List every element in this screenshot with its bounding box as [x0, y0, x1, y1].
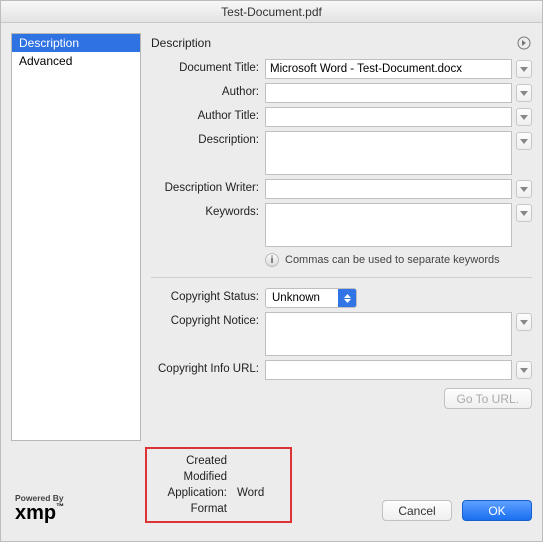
dialog-window: Test-Document.pdf Description Advanced D… — [0, 0, 543, 542]
format-label: Format — [157, 501, 227, 517]
description-writer-input[interactable] — [265, 179, 512, 199]
keywords-hint: Commas can be used to separate keywords — [285, 254, 500, 266]
xmp-branding: Powered By xmp™ — [11, 493, 131, 523]
sidebar-item-label: Description — [19, 36, 79, 50]
dialog-buttons: Cancel OK — [302, 500, 532, 523]
label-document-title: Document Title: — [151, 59, 259, 74]
description-textarea[interactable] — [265, 131, 512, 175]
select-arrows-icon — [338, 289, 356, 307]
keywords-textarea[interactable] — [265, 203, 512, 247]
description-history-icon[interactable] — [516, 132, 532, 150]
cancel-button[interactable]: Cancel — [382, 500, 452, 521]
label-author: Author: — [151, 83, 259, 98]
author-history-icon[interactable] — [516, 84, 532, 102]
copyright-url-history-icon[interactable] — [516, 361, 532, 379]
keywords-history-icon[interactable] — [516, 204, 532, 222]
document-title-input[interactable] — [265, 59, 512, 79]
group-copyright: Copyright Status: Unknown — [151, 288, 532, 409]
flyout-menu-icon[interactable] — [516, 35, 532, 51]
document-title-history-icon[interactable] — [516, 60, 532, 78]
footer: Powered By xmp™ Created Modified Applica… — [11, 447, 532, 523]
xmp-logo: xmp™ — [15, 503, 131, 523]
titlebar: Test-Document.pdf — [1, 1, 542, 23]
modified-label: Modified — [157, 469, 227, 485]
go-to-url-button[interactable]: Go To URL. — [444, 388, 532, 409]
author-title-input[interactable] — [265, 107, 512, 127]
group-basic: Document Title: Author: — [151, 59, 532, 278]
application-value: Word — [237, 485, 264, 501]
copyright-url-input[interactable] — [265, 360, 512, 380]
copyright-notice-textarea[interactable] — [265, 312, 512, 356]
metadata-summary: Created Modified Application: Word Format — [145, 447, 292, 523]
label-copyright-notice: Copyright Notice: — [151, 312, 259, 327]
content: Description Advanced Description Documen… — [1, 23, 542, 541]
sidebar-item-label: Advanced — [19, 54, 72, 68]
sidebar-item-advanced[interactable]: Advanced — [12, 52, 140, 70]
label-description: Description: — [151, 131, 259, 146]
created-label: Created — [157, 453, 227, 469]
application-label: Application: — [157, 485, 227, 501]
label-copyright-status: Copyright Status: — [151, 288, 259, 303]
label-keywords: Keywords: — [151, 203, 259, 218]
copyright-notice-history-icon[interactable] — [516, 313, 532, 331]
sidebar: Description Advanced — [11, 33, 141, 441]
window-title: Test-Document.pdf — [221, 5, 322, 19]
info-icon: i — [265, 253, 279, 267]
sidebar-item-description[interactable]: Description — [12, 34, 140, 52]
author-title-history-icon[interactable] — [516, 108, 532, 126]
label-copyright-url: Copyright Info URL: — [151, 360, 259, 375]
author-input[interactable] — [265, 83, 512, 103]
copyright-status-value: Unknown — [266, 289, 338, 307]
label-author-title: Author Title: — [151, 107, 259, 122]
keywords-hint-row: i Commas can be used to separate keyword… — [265, 253, 532, 267]
label-description-writer: Description Writer: — [151, 179, 259, 194]
ok-button[interactable]: OK — [462, 500, 532, 521]
panel-heading: Description — [151, 36, 516, 50]
main-panel: Description Document Title: Autho — [151, 33, 532, 441]
description-writer-history-icon[interactable] — [516, 180, 532, 198]
copyright-status-select[interactable]: Unknown — [265, 288, 357, 308]
